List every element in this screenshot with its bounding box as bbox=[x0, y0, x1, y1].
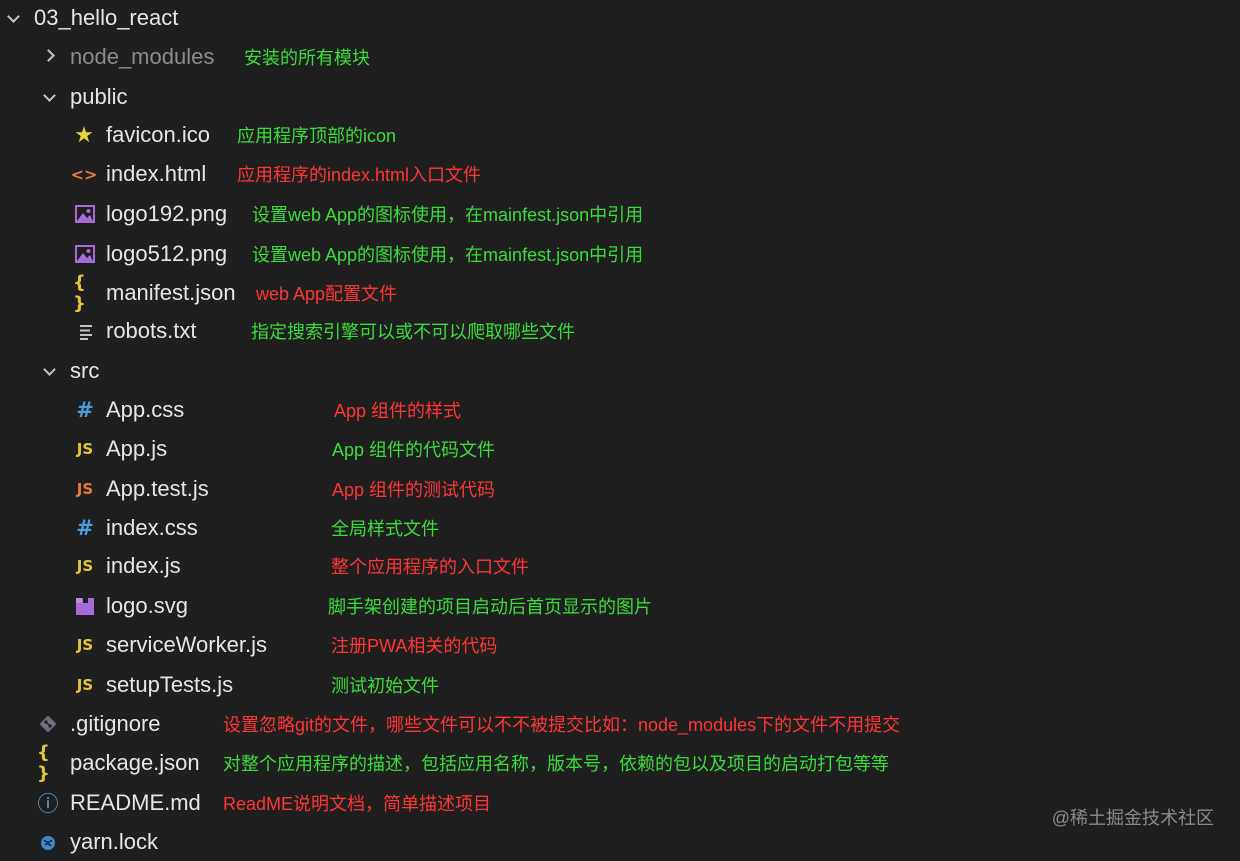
tree-item-logo192[interactable]: logo192.png 设置web App的图标使用，在mainfest.jso… bbox=[0, 197, 1240, 233]
annotation: 指定搜索引擎可以或不可以爬取哪些文件 bbox=[251, 322, 575, 342]
annotation: ReadME说明文档，简单描述项目 bbox=[223, 794, 492, 814]
annotation: 应用程序的index.html入口文件 bbox=[237, 165, 482, 185]
annotation: App 组件的代码文件 bbox=[332, 440, 496, 460]
file-name: yarn.lock bbox=[70, 829, 159, 854]
file-name: App.test.js bbox=[106, 476, 209, 501]
file-name: logo512.png bbox=[106, 241, 228, 266]
annotation: 应用程序顶部的icon bbox=[237, 126, 397, 146]
html-file-icon: <> bbox=[70, 164, 98, 184]
tree-item-index-css[interactable]: # index.css 全局样式文件 bbox=[0, 511, 1240, 547]
annotation: 脚手架创建的项目启动后首页显示的图片 bbox=[328, 597, 652, 617]
annotation: 整个应用程序的入口文件 bbox=[331, 557, 529, 577]
chevron-down-icon[interactable] bbox=[43, 89, 56, 102]
file-name: manifest.json bbox=[106, 280, 236, 305]
folder-name: public bbox=[70, 84, 128, 109]
json-file-icon: { } bbox=[37, 742, 50, 784]
file-name: serviceWorker.js bbox=[106, 632, 267, 657]
js-test-file-icon: JS bbox=[76, 480, 94, 498]
tree-item-app-js[interactable]: JS App.js App 组件的代码文件 bbox=[0, 432, 1240, 468]
js-file-icon: JS bbox=[76, 676, 94, 694]
info-icon: ⓘ bbox=[37, 792, 59, 816]
chevron-down-icon[interactable] bbox=[7, 10, 20, 23]
image-file-icon bbox=[75, 245, 95, 263]
annotation: 安装的所有模块 bbox=[244, 48, 370, 68]
file-name: package.json bbox=[70, 750, 200, 775]
chevron-down-icon[interactable] bbox=[43, 363, 56, 376]
file-name: App.css bbox=[106, 397, 185, 422]
tree-item-package-json[interactable]: { } package.json 对整个应用程序的描述，包括应用名称，版本号，依… bbox=[0, 742, 1240, 784]
tree-item-manifest[interactable]: { } manifest.json web App配置文件 bbox=[0, 272, 1240, 314]
yarn-icon bbox=[37, 830, 59, 854]
css-file-icon: # bbox=[76, 516, 94, 540]
folder-name: node_modules bbox=[70, 44, 215, 69]
css-file-icon: # bbox=[76, 398, 94, 422]
file-name: setupTests.js bbox=[106, 672, 234, 697]
text-file-icon bbox=[78, 323, 94, 341]
annotation: App 组件的测试代码 bbox=[332, 480, 496, 500]
watermark: @稀土掘金技术社区 bbox=[1051, 808, 1214, 828]
tree-item-logo512[interactable]: logo512.png 设置web App的图标使用，在mainfest.jso… bbox=[0, 237, 1240, 273]
tree-item-app-test[interactable]: JS App.test.js App 组件的测试代码 bbox=[0, 472, 1240, 508]
annotation: 对整个应用程序的描述，包括应用名称，版本号，依赖的包以及项目的启动打包等等 bbox=[223, 754, 889, 774]
tree-item-public[interactable]: public bbox=[0, 80, 1240, 116]
annotation: 设置web App的图标使用，在mainfest.json中引用 bbox=[252, 245, 644, 265]
folder-name: src bbox=[70, 358, 100, 383]
file-name: favicon.ico bbox=[106, 122, 210, 147]
svg-file-icon bbox=[74, 594, 96, 618]
tree-item-setup-tests[interactable]: JS setupTests.js 测试初始文件 bbox=[0, 668, 1240, 704]
annotation: web App配置文件 bbox=[256, 284, 398, 304]
tree-item-yarn-lock[interactable]: yarn.lock bbox=[0, 825, 1240, 861]
annotation: 全局样式文件 bbox=[331, 519, 439, 539]
file-name: index.js bbox=[106, 553, 181, 578]
file-name: README.md bbox=[70, 790, 201, 815]
tree-item-app-css[interactable]: # App.css App 组件的样式 bbox=[0, 393, 1240, 429]
file-name: App.js bbox=[106, 436, 168, 461]
file-name: logo192.png bbox=[106, 201, 228, 226]
annotation: 设置web App的图标使用，在mainfest.json中引用 bbox=[252, 205, 644, 225]
js-file-icon: JS bbox=[76, 440, 94, 458]
folder-name: 03_hello_react bbox=[34, 5, 179, 30]
tree-item-service-worker[interactable]: JS serviceWorker.js 注册PWA相关的代码 bbox=[0, 628, 1240, 664]
file-name: index.css bbox=[106, 515, 198, 540]
tree-item-root-folder[interactable]: 03_hello_react bbox=[0, 1, 1240, 37]
git-file-icon bbox=[37, 712, 59, 736]
annotation: 设置忽略git的文件，哪些文件可以不不被提交比如：node_modules下的文… bbox=[223, 715, 901, 735]
annotation: 注册PWA相关的代码 bbox=[331, 636, 498, 656]
star-icon: ★ bbox=[74, 122, 94, 148]
tree-item-index-js[interactable]: JS index.js 整个应用程序的入口文件 bbox=[0, 549, 1240, 585]
chevron-right-icon[interactable] bbox=[42, 49, 55, 62]
js-file-icon: JS bbox=[76, 557, 94, 575]
file-name: index.html bbox=[106, 161, 207, 186]
file-name: logo.svg bbox=[106, 593, 188, 618]
tree-item-favicon[interactable]: ★ favicon.ico 应用程序顶部的icon bbox=[0, 118, 1240, 154]
tree-item-src[interactable]: src bbox=[0, 354, 1240, 390]
file-name: robots.txt bbox=[106, 318, 197, 343]
json-file-icon: { } bbox=[73, 272, 86, 314]
js-file-icon: JS bbox=[76, 636, 94, 654]
tree-item-node-modules[interactable]: node_modules 安装的所有模块 bbox=[0, 40, 1240, 76]
file-name: .gitignore bbox=[70, 711, 161, 736]
annotation: 测试初始文件 bbox=[331, 676, 439, 696]
annotation: App 组件的样式 bbox=[334, 401, 462, 421]
tree-item-logo-svg[interactable]: logo.svg 脚手架创建的项目启动后首页显示的图片 bbox=[0, 589, 1240, 625]
tree-item-index-html[interactable]: <> index.html 应用程序的index.html入口文件 bbox=[0, 157, 1240, 193]
image-file-icon bbox=[75, 205, 95, 223]
tree-item-gitignore[interactable]: .gitignore 设置忽略git的文件，哪些文件可以不不被提交比如：node… bbox=[0, 707, 1240, 743]
tree-item-robots[interactable]: robots.txt 指定搜索引擎可以或不可以爬取哪些文件 bbox=[0, 314, 1240, 350]
